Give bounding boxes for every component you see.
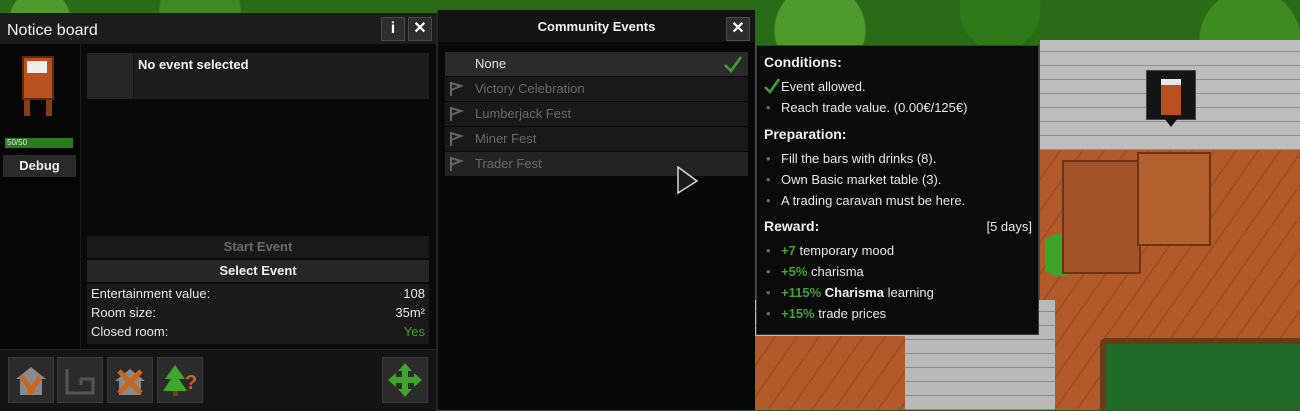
reward-item: • +7 temporary mood [766, 243, 895, 258]
billiard-table [1100, 338, 1300, 410]
selected-event-text: No event selected [138, 57, 249, 72]
bullet-icon: • [766, 193, 771, 208]
reward-item: • +115% Charisma learning [766, 285, 934, 300]
panel-title: Community Events [537, 19, 656, 34]
stat-entertainment: Entertainment value: 108 [91, 286, 425, 301]
bullet-icon: • [766, 151, 771, 166]
notice-board-object-icon [22, 56, 54, 118]
locked-flag-icon [450, 132, 464, 146]
notice-board-header: Notice board i ✕ [0, 13, 436, 44]
condition-item: • Reach trade value. (0.00€/125€) [766, 100, 968, 115]
action-toolbar: ? [0, 349, 436, 411]
reward-item: • +5% charisma [766, 264, 864, 279]
reward-heading: Reward: [764, 218, 820, 234]
close-button[interactable]: ✕ [726, 17, 750, 41]
notice-board-icon [1161, 79, 1181, 115]
bullet-icon: • [766, 243, 771, 258]
wooden-cabinet-2 [1137, 152, 1211, 246]
build-hammer-icon [16, 367, 46, 395]
reward-duration: [5 days] [986, 219, 1032, 234]
tree-question-icon: ? [163, 365, 197, 396]
info-button[interactable]: i [381, 17, 405, 41]
select-event-button[interactable]: Select Event [87, 260, 429, 282]
event-item-miner-fest[interactable]: Miner Fest [445, 127, 748, 151]
preparation-heading: Preparation: [764, 126, 847, 142]
conditions-heading: Conditions: [764, 54, 842, 70]
reward-item: • +15% trade prices [766, 306, 887, 321]
debug-button[interactable]: Debug [3, 155, 76, 177]
room-outline-icon [65, 369, 95, 395]
event-item-lumberjack-fest[interactable]: Lumberjack Fest [445, 102, 748, 126]
event-item-victory-celebration[interactable]: Victory Celebration [445, 77, 748, 101]
event-thumbnail [87, 53, 134, 99]
community-events-panel: Community Events ✕ None Victory Celebrat… [437, 10, 755, 410]
condition-item: Event allowed. [764, 78, 1034, 97]
room-button[interactable] [57, 357, 103, 403]
selected-event-box: No event selected [87, 53, 429, 99]
notice-board-marker[interactable] [1146, 70, 1196, 127]
demolish-button[interactable] [107, 357, 153, 403]
checkmark-icon [724, 56, 743, 73]
locked-flag-icon [450, 107, 464, 121]
mouse-cursor-icon [677, 166, 699, 195]
community-events-header: Community Events ✕ [438, 10, 755, 42]
room-stats: Entertainment value: 108 Room size: 35m²… [87, 284, 429, 344]
health-text: 50/50 [7, 138, 28, 147]
event-item-trader-fest[interactable]: Trader Fest [445, 152, 748, 176]
locked-flag-icon [450, 82, 464, 96]
panel-title: Notice board [7, 22, 98, 39]
locked-flag-icon [450, 157, 464, 171]
object-sidebar: 50/50 Debug [0, 44, 81, 349]
event-list: None Victory Celebration Lumberjack Fest… [445, 52, 748, 177]
stat-closed-room: Closed room: Yes [91, 324, 425, 339]
start-event-button[interactable]: Start Event [87, 236, 429, 258]
bullet-icon: • [766, 100, 771, 115]
preparation-item: • Fill the bars with drinks (8). [766, 151, 937, 166]
preparation-item: • Own Basic market table (3). [766, 172, 942, 187]
health-bar: 50/50 [5, 138, 73, 148]
wooden-floor-lower [755, 336, 905, 410]
move-arrows-icon [388, 363, 422, 397]
preparation-item: • A trading caravan must be here. [766, 193, 966, 208]
build-button[interactable] [8, 357, 54, 403]
notice-board-panel: Notice board i ✕ 50/50 Debug No event se… [0, 13, 438, 411]
wooden-cabinet [1062, 160, 1141, 274]
checkmark-icon [764, 78, 780, 94]
stat-room-size: Room size: 35m² [91, 305, 425, 320]
event-tooltip: Conditions: Event allowed. • Reach trade… [756, 45, 1039, 335]
bullet-icon: • [766, 285, 771, 300]
bullet-icon: • [766, 264, 771, 279]
demolish-icon [115, 369, 145, 395]
svg-text:?: ? [185, 372, 197, 394]
event-item-none[interactable]: None [445, 52, 748, 76]
move-button[interactable] [382, 357, 428, 403]
bullet-icon: • [766, 172, 771, 187]
close-button[interactable]: ✕ [408, 17, 432, 41]
nature-button[interactable]: ? [157, 357, 203, 403]
bullet-icon: • [766, 306, 771, 321]
